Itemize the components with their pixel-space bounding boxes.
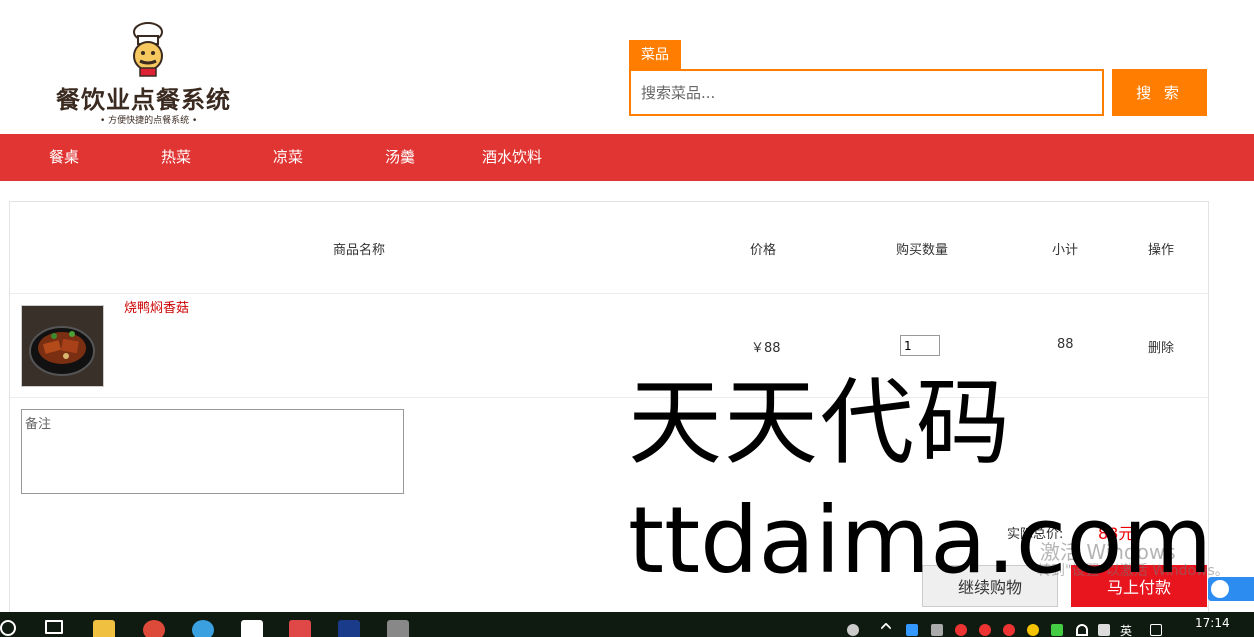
qq-icon-3[interactable] — [1003, 624, 1015, 636]
ime-indicator[interactable]: 英 — [1120, 622, 1132, 637]
qq-icon[interactable] — [955, 624, 967, 636]
logo-title: 餐饮业点餐系统 — [56, 86, 231, 114]
chevron-up-icon[interactable] — [880, 622, 892, 634]
quantity-input[interactable] — [900, 335, 940, 356]
nav-item-tables[interactable]: 餐桌 — [49, 134, 79, 181]
floating-assistant-widget[interactable] — [1208, 577, 1254, 601]
people-icon[interactable] — [847, 624, 859, 636]
app-icon-5[interactable] — [387, 620, 409, 637]
search-icon[interactable] — [0, 620, 16, 636]
search-box — [629, 69, 1104, 116]
logo[interactable]: 餐饮业点餐系统 • 方便快捷的点餐系统 • — [52, 20, 248, 128]
taskbar: 英 17:14 — [0, 612, 1254, 637]
app-icon-4[interactable] — [338, 620, 360, 637]
dish-image-icon — [22, 306, 103, 386]
clock[interactable]: 17:14 — [1195, 616, 1230, 630]
assistant-icon — [1211, 580, 1229, 598]
nav-item-hot-dishes[interactable]: 热菜 — [161, 134, 191, 181]
main-nav: 餐桌 热菜 凉菜 汤羹 酒水饮料 — [0, 134, 1254, 181]
app-icon-3[interactable] — [289, 620, 311, 637]
volume-icon[interactable] — [1098, 624, 1110, 636]
search-button[interactable]: 搜 索 — [1112, 69, 1207, 116]
tray-app-icon-1[interactable] — [906, 624, 918, 636]
delete-link[interactable]: 删除 — [1148, 337, 1174, 356]
watermark-url: ttdaima.com — [628, 487, 1213, 594]
app-icon-2[interactable] — [241, 620, 263, 637]
header-price: 价格 — [750, 243, 777, 258]
search-input[interactable] — [631, 71, 1102, 114]
logo-subtitle: • 方便快捷的点餐系统 • — [100, 116, 198, 126]
search-category-tab[interactable]: 菜品 — [629, 40, 681, 70]
chef-mascot-icon — [133, 22, 163, 77]
row-divider — [10, 397, 1208, 398]
qq-icon-2[interactable] — [979, 624, 991, 636]
nav-item-cold-dishes[interactable]: 凉菜 — [273, 134, 303, 181]
header-product-name: 商品名称 — [333, 243, 386, 258]
keyboard-icon[interactable] — [1150, 624, 1162, 636]
row-divider — [10, 293, 1208, 294]
nav-item-drinks[interactable]: 酒水饮料 — [482, 134, 542, 181]
header: 餐饮业点餐系统 • 方便快捷的点餐系统 • 菜品 搜 索 — [0, 0, 1254, 134]
tray-app-icon-2[interactable] — [931, 624, 943, 636]
product-subtotal: 88 — [1057, 337, 1074, 352]
nav-item-soups[interactable]: 汤羹 — [385, 134, 415, 181]
tray-app-icon-4[interactable] — [1051, 624, 1063, 636]
remark-textarea[interactable] — [21, 409, 404, 494]
product-thumbnail[interactable] — [21, 305, 104, 387]
chrome-icon[interactable] — [143, 620, 165, 637]
header-action: 操作 — [1148, 243, 1175, 258]
header-subtotal: 小计 — [1052, 243, 1079, 258]
product-name-link[interactable]: 烧鸭焖香菇 — [124, 297, 189, 316]
header-quantity: 购买数量 — [896, 243, 949, 258]
watermark-chinese: 天天代码 — [628, 369, 1013, 478]
wifi-icon[interactable] — [1076, 624, 1088, 636]
file-explorer-icon[interactable] — [93, 620, 115, 637]
app-icon-1[interactable] — [192, 620, 214, 637]
tray-app-icon-3[interactable] — [1027, 624, 1039, 636]
task-view-icon[interactable] — [45, 620, 63, 634]
product-price: ￥88 — [751, 341, 781, 356]
